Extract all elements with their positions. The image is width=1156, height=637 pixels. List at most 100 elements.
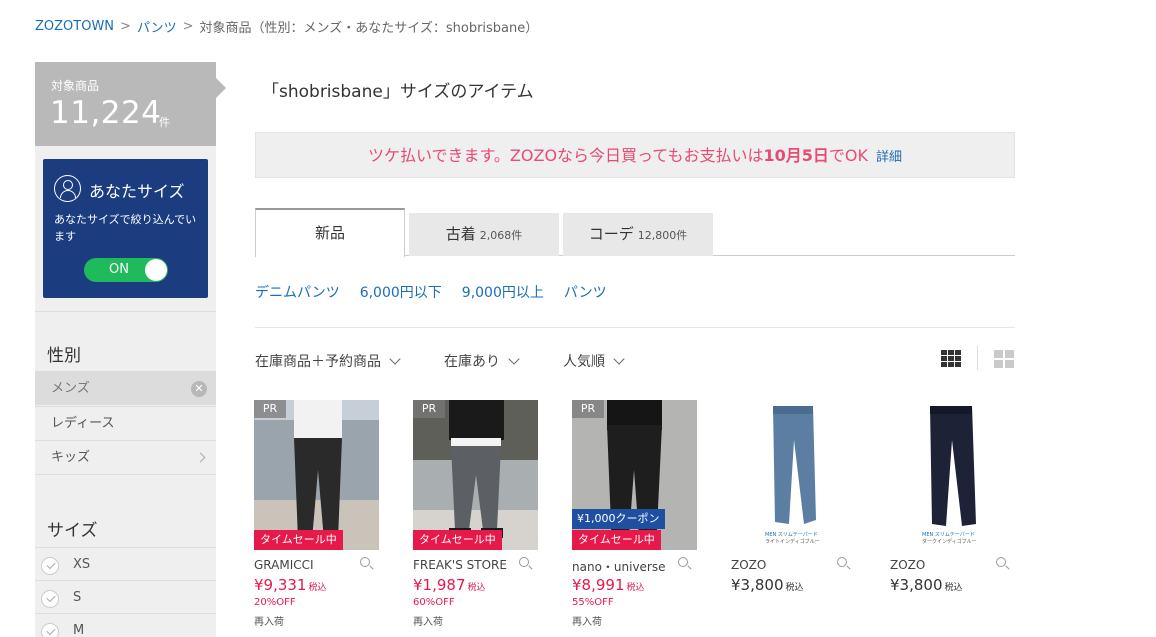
size-item-s[interactable]: S xyxy=(35,580,216,614)
user-icon xyxy=(54,175,81,202)
time-sale-badge: タイムセール中 xyxy=(254,530,343,550)
breadcrumb-current: 対象商品（性別：メンズ・あなたサイズ：shobrisbane） xyxy=(199,21,539,36)
size-item-xs[interactable]: XS xyxy=(35,547,216,581)
dropdown-label: 在庫商品＋予約商品 xyxy=(255,354,381,370)
result-count-value: 11,224 xyxy=(50,95,162,131)
product-brand[interactable]: GRAMICCI xyxy=(254,558,314,572)
your-size-description: あなたサイズで絞り込んでいます xyxy=(54,213,197,243)
product-card[interactable]: MEN スリムテーパード ダークインディゴブルー ZOZO ¥3,800 税込 xyxy=(890,400,1015,594)
toggle-label: ON xyxy=(109,262,129,277)
product-price: ¥8,991 税込 xyxy=(572,576,645,594)
result-count-label: 対象商品 xyxy=(51,79,100,93)
breadcrumb-category[interactable]: パンツ xyxy=(137,17,177,36)
sort-dropdown[interactable]: 人気順 xyxy=(563,351,625,371)
size-item-m[interactable]: M xyxy=(35,613,216,637)
chevron-down-icon xyxy=(613,353,625,365)
product-discount: 20%OFF xyxy=(254,597,296,608)
pr-badge: PR xyxy=(254,400,286,418)
gender-item-label: レディース xyxy=(51,416,115,431)
coupon-badge: ¥1,000クーポン xyxy=(572,509,665,529)
product-brand[interactable]: nano・universe xyxy=(572,558,666,575)
gender-item-ladies[interactable]: レディース xyxy=(35,406,216,440)
product-brand[interactable]: ZOZO xyxy=(731,558,766,572)
pr-badge: PR xyxy=(572,400,604,418)
product-caption: MEN スリムテーパード xyxy=(922,532,975,538)
tab-label: コーデ xyxy=(588,225,634,243)
breadcrumb-home[interactable]: ZOZOTOWN xyxy=(35,19,114,34)
zoom-icon[interactable] xyxy=(519,557,529,567)
your-size-card: あなたサイズ あなたサイズで絞り込んでいます ON xyxy=(43,159,208,298)
link-under-6000[interactable]: 6,000円以下 xyxy=(360,282,442,302)
product-price: ¥1,987 税込 xyxy=(413,576,486,594)
promo-details-link[interactable]: 詳細 xyxy=(876,150,902,165)
product-image[interactable]: MEN スリムテーパード ライトインディゴブルー xyxy=(731,400,856,550)
gender-item-kids[interactable]: キッズ xyxy=(35,440,216,474)
zoom-icon[interactable] xyxy=(678,557,688,567)
promo-text-after: でOK xyxy=(828,146,868,165)
divider xyxy=(35,311,216,312)
product-image[interactable]: PR ¥1,000クーポン タイムセール中 xyxy=(572,400,697,550)
chevron-right-icon xyxy=(195,452,206,463)
product-discount: 60%OFF xyxy=(413,597,455,608)
restock-label: 再入荷 xyxy=(413,617,443,628)
product-discount: 55%OFF xyxy=(572,597,614,608)
link-over-9000[interactable]: 9,000円以上 xyxy=(462,282,544,302)
product-card[interactable]: MEN スリムテーパード ライトインディゴブルー ZOZO ¥3,800 税込 xyxy=(731,400,856,594)
restock-label: 再入荷 xyxy=(572,617,602,628)
divider xyxy=(35,474,216,475)
tab-coordinate[interactable]: コーデ 12,800件 xyxy=(563,213,713,256)
link-denim-pants[interactable]: デニムパンツ xyxy=(255,282,340,302)
check-icon xyxy=(41,557,59,575)
gender-item-mens[interactable]: メンズ ✕ xyxy=(35,371,216,405)
chevron-down-icon xyxy=(508,353,520,365)
breadcrumb-separator: > xyxy=(120,19,131,34)
in-stock-dropdown[interactable]: 在庫あり xyxy=(444,351,520,371)
product-caption: ダークインディゴブルー xyxy=(922,538,977,545)
zoom-icon[interactable] xyxy=(996,557,1006,567)
time-sale-badge: タイムセール中 xyxy=(413,530,502,550)
your-size-toggle[interactable]: ON xyxy=(84,258,168,282)
your-size-title: あなたサイズ xyxy=(89,182,185,201)
stock-type-dropdown[interactable]: 在庫商品＋予約商品 xyxy=(255,351,401,371)
grid-view-icon[interactable] xyxy=(941,350,961,369)
toggle-knob xyxy=(145,259,167,281)
product-card[interactable]: PR タイムセール中 FREAK'S STORE ¥1,987 税込 60%OFF… xyxy=(413,400,538,628)
large-view-icon[interactable] xyxy=(994,350,1014,369)
product-image[interactable]: PR タイムセール中 xyxy=(254,400,379,550)
zoom-icon[interactable] xyxy=(837,557,847,567)
tab-count: 2,068件 xyxy=(479,229,523,242)
tab-count: 12,800件 xyxy=(637,229,688,242)
product-brand[interactable]: ZOZO xyxy=(890,558,925,572)
product-card[interactable]: PR ¥1,000クーポン タイムセール中 nano・universe ¥8,9… xyxy=(572,400,697,628)
product-image[interactable]: MEN スリムテーパード ダークインディゴブルー xyxy=(890,400,1015,550)
sidebar: 対象商品 11,224 件 あなたサイズ あなたサイズで絞り込んでいます ON … xyxy=(35,62,226,637)
breadcrumb: ZOZOTOWN > パンツ > 対象商品（性別：メンズ・あなたサイズ：shob… xyxy=(35,17,538,36)
result-count-box: 対象商品 11,224 件 xyxy=(35,62,226,146)
time-sale-badge: タイムセール中 xyxy=(572,530,661,550)
dropdown-label: 在庫あり xyxy=(444,354,500,370)
product-brand[interactable]: FREAK'S STORE xyxy=(413,558,507,572)
product-price: ¥9,331 税込 xyxy=(254,576,327,594)
product-card[interactable]: PR タイムセール中 GRAMICCI ¥9,331 税込 20%OFF 再入荷 xyxy=(254,400,379,628)
product-image[interactable]: PR タイムセール中 xyxy=(413,400,538,550)
size-heading: サイズ xyxy=(47,521,98,541)
check-icon xyxy=(41,590,59,608)
related-links: デニムパンツ 6,000円以下 9,000円以上 パンツ xyxy=(255,282,607,302)
product-caption: ライトインディゴブルー xyxy=(765,538,820,545)
link-pants[interactable]: パンツ xyxy=(564,282,607,302)
page-title: 「shobrisbane」サイズのアイテム xyxy=(262,82,534,102)
size-item-label: S xyxy=(73,590,82,605)
clear-icon[interactable]: ✕ xyxy=(191,381,207,397)
promo-banner: ツケ払いできます。ZOZOなら今日買ってもお支払いは10月5日でOK 詳細 xyxy=(255,132,1015,178)
size-item-label: XS xyxy=(73,557,91,572)
gender-item-label: キッズ xyxy=(51,450,91,465)
tab-label: 古着 xyxy=(445,225,476,243)
dropdown-label: 人気順 xyxy=(563,354,605,370)
chevron-down-icon xyxy=(389,353,401,365)
tab-used[interactable]: 古着 2,068件 xyxy=(409,213,559,256)
restock-label: 再入荷 xyxy=(254,617,284,628)
tab-new[interactable]: 新品 xyxy=(255,208,405,257)
tab-label: 新品 xyxy=(314,224,345,242)
zoom-icon[interactable] xyxy=(360,557,370,567)
divider xyxy=(255,327,1015,328)
